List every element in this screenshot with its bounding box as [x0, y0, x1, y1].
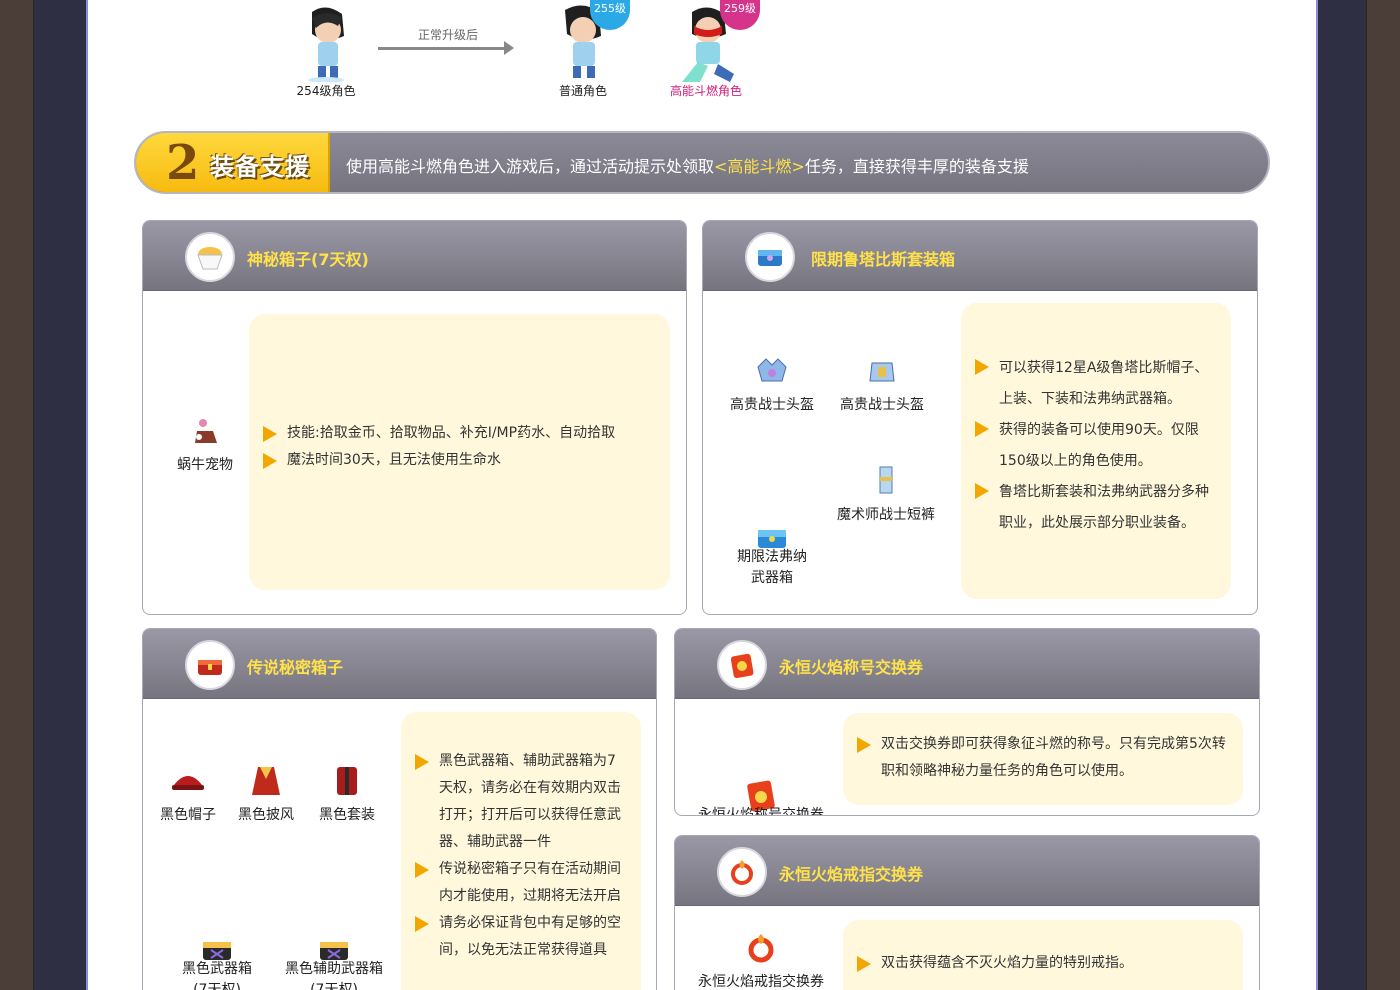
item-black-cape: 黑色披风: [229, 763, 303, 826]
panel-header: 限期鲁塔比斯套装箱: [703, 221, 1257, 291]
note-box: 双击获得蕴含不灭火焰力量的特别戒指。: [843, 920, 1243, 990]
helmet-icon: [754, 353, 790, 389]
panel-title: 传说秘密箱子: [247, 658, 344, 677]
note-list: 双击获得蕴含不灭火焰力量的特别戒指。: [843, 950, 1229, 977]
note-box: 可以获得12星A级鲁塔比斯帽子、上装、下装和法弗纳武器箱。 获得的装备可以使用9…: [961, 303, 1231, 599]
char-burning-label: 高能斗燃角色: [669, 84, 742, 98]
item-label: 黑色帽子: [160, 807, 216, 823]
panel-mystery-box: 神秘箱子(7天权) 蜗牛宠物 技能:拾取金币、拾取物品、补充I/MP药水、自动拾…: [142, 220, 687, 615]
item-label: 魔术师战士短裤: [837, 507, 935, 523]
section-badge: 2 装备支援: [136, 133, 330, 192]
item-helmet-2: 高贵战士头盔: [827, 353, 937, 416]
item-label: 蜗牛宠物: [177, 457, 233, 473]
section-description: 使用高能斗燃角色进入游戏后，通过活动提示处领取<高能斗燃>任务，直接获得丰厚的装…: [346, 153, 1029, 177]
panel-header: 传说秘密箱子: [143, 629, 656, 699]
item-label: 永恒火焰戒指交换券: [698, 974, 824, 990]
red-chest-icon: [185, 640, 235, 690]
arrow-right-icon: [378, 41, 514, 55]
note-list: 可以获得12星A级鲁塔比斯帽子、上装、下装和法弗纳武器箱。 获得的装备可以使用9…: [961, 353, 1219, 539]
suit-icon: [329, 763, 365, 799]
helmet-icon: [864, 353, 900, 389]
item-label: 永恒火焰称号交换券 (60天): [698, 807, 824, 816]
blue-chest-icon: [745, 232, 795, 282]
panel-title: 永恒火焰戒指交换券: [779, 865, 924, 884]
panel-title: 限期鲁塔比斯套装箱: [811, 250, 956, 269]
note-item: 双击交换券即可获得象征斗燃的称号。只有完成第5次转职和领略神秘力量任务的角色可以…: [843, 731, 1229, 785]
panel-title: 神秘箱子(7天权): [247, 250, 369, 269]
panel-header: 神秘箱子(7天权): [143, 221, 686, 291]
left-strip: [34, 0, 86, 990]
item-title-voucher: 永恒火焰称号交换券 (60天): [685, 721, 837, 816]
item-label: 黑色套装: [319, 807, 375, 823]
note-item: 技能:拾取金币、拾取物品、补充I/MP药水、自动拾取: [249, 420, 660, 447]
item-label: 黑色武器箱 (7天权): [182, 961, 252, 990]
panel-header: 永恒火焰戒指交换券: [675, 836, 1259, 906]
panel-header: 永恒火焰称号交换券: [675, 629, 1259, 699]
item-shorts: 魔术师战士短裤: [827, 463, 945, 526]
flame-ticket-icon: [743, 742, 779, 812]
section-desc-highlight: <高能斗燃>: [714, 157, 805, 176]
flame-ring-icon: [717, 847, 767, 897]
item-weapon-box: 期限法弗纳 武器箱: [717, 463, 827, 610]
item-black-sub-weapon-box: 黑色辅助武器箱 (7天权): [273, 875, 395, 990]
note-item: 鲁塔比斯套装和法弗纳武器分多种职业，此处展示部分职业装备。: [961, 477, 1219, 539]
note-item: 魔法时间30天，且无法使用生命水: [249, 447, 660, 474]
item-label: 黑色披风: [238, 807, 294, 823]
character-sprite-icon: [298, 4, 354, 83]
item-black-suit: 黑色套装: [307, 763, 387, 826]
section-banner: 2 装备支援 使用高能斗燃角色进入游戏后，通过活动提示处领取<高能斗燃>任务，直…: [134, 131, 1270, 194]
panel-legend-box: 传说秘密箱子 黑色帽子 黑色披风 黑色套装 黑色武器箱 (7天权) 黑色辅助武器…: [142, 628, 657, 990]
event-page: 254级角色 正常升级后 普通角色 255级 高能斗燃角色 259级 2 装备支…: [86, 0, 1318, 990]
note-box: 黑色武器箱、辅助武器箱为7天权，请务必在有效期内双击打开；打开后可以获得任意武器…: [401, 712, 641, 990]
item-black-hat: 黑色帽子: [151, 763, 225, 826]
cape-icon: [248, 763, 284, 799]
note-item: 双击获得蕴含不灭火焰力量的特别戒指。: [843, 950, 1229, 977]
right-strip: [1318, 0, 1366, 990]
snail-pet-icon: [187, 413, 223, 449]
panel-rutabyss-box: 限期鲁塔比斯套装箱 高贵战士头盔 高贵战士头盔 期限法弗纳 武器箱 魔术师战士短…: [702, 220, 1258, 615]
item-label: 高贵战士头盔: [730, 397, 814, 413]
hat-icon: [170, 763, 206, 799]
note-item: 可以获得12星A级鲁塔比斯帽子、上装、下装和法弗纳武器箱。: [961, 353, 1219, 415]
char-before: 254级角色: [296, 4, 356, 99]
section-desc-after: 任务，直接获得丰厚的装备支援: [804, 157, 1029, 176]
panel-title: 永恒火焰称号交换券: [779, 658, 924, 677]
upgrade-arrow: 正常升级后: [378, 26, 518, 55]
section-title: 装备支援: [210, 153, 310, 181]
weapon-box-icon: [199, 896, 235, 960]
panel-title-voucher: 永恒火焰称号交换券 永恒火焰称号交换券 (60天) 双击交换券即可获得象征斗燃的…: [674, 628, 1260, 816]
note-list: 黑色武器箱、辅助武器箱为7天权，请务必在有效期内双击打开；打开后可以获得任意武器…: [401, 748, 627, 964]
char-normal-label: 普通角色: [558, 84, 607, 98]
left-border: [0, 0, 34, 990]
item-label: 黑色辅助武器箱 (7天权): [285, 961, 383, 990]
item-helmet-1: 高贵战士头盔: [717, 353, 827, 416]
note-box: 技能:拾取金币、拾取物品、补充I/MP药水、自动拾取 魔法时间30天，且无法使用…: [249, 314, 670, 590]
panel-ring-voucher: 永恒火焰戒指交换券 永恒火焰戒指交换券 双击获得蕴含不灭火焰力量的特别戒指。: [674, 835, 1260, 990]
section-number: 2: [166, 135, 200, 191]
right-border: [1366, 0, 1400, 990]
item-snail-pet: 蜗牛宠物: [165, 413, 245, 476]
shorts-icon: [868, 463, 904, 499]
flame-ticket-icon: [717, 640, 767, 690]
note-list: 双击交换券即可获得象征斗燃的称号。只有完成第5次转职和领略神秘力量任务的角色可以…: [843, 731, 1229, 785]
rice-bowl-icon: [185, 232, 235, 282]
item-black-weapon-box: 黑色武器箱 (7天权): [163, 875, 271, 990]
note-list: 技能:拾取金币、拾取物品、补充I/MP药水、自动拾取 魔法时间30天，且无法使用…: [249, 420, 660, 474]
item-label: 高贵战士头盔: [840, 397, 924, 413]
note-item: 获得的装备可以使用90天。仅限150级以上的角色使用。: [961, 415, 1219, 477]
weapon-box-icon: [754, 484, 790, 548]
note-box: 双击交换券即可获得象征斗燃的称号。只有完成第5次转职和领略神秘力量任务的角色可以…: [843, 713, 1243, 805]
section-desc-before: 使用高能斗燃角色进入游戏后，通过活动提示处领取: [346, 157, 715, 176]
note-item: 传说秘密箱子只有在活动期间内才能使用，过期将无法开启: [401, 856, 627, 910]
weapon-box-icon: [316, 896, 352, 960]
arrow-label: 正常升级后: [417, 28, 478, 42]
item-ring-voucher: 永恒火焰戒指交换券: [685, 930, 837, 990]
flame-ring-icon: [743, 930, 779, 966]
note-item: 请务必保证背包中有足够的空间，以免无法正常获得道具: [401, 910, 627, 964]
note-item: 黑色武器箱、辅助武器箱为7天权，请务必在有效期内双击打开；打开后可以获得任意武器…: [401, 748, 627, 856]
char-before-label: 254级角色: [296, 84, 356, 98]
item-label: 期限法弗纳 武器箱: [737, 549, 807, 586]
